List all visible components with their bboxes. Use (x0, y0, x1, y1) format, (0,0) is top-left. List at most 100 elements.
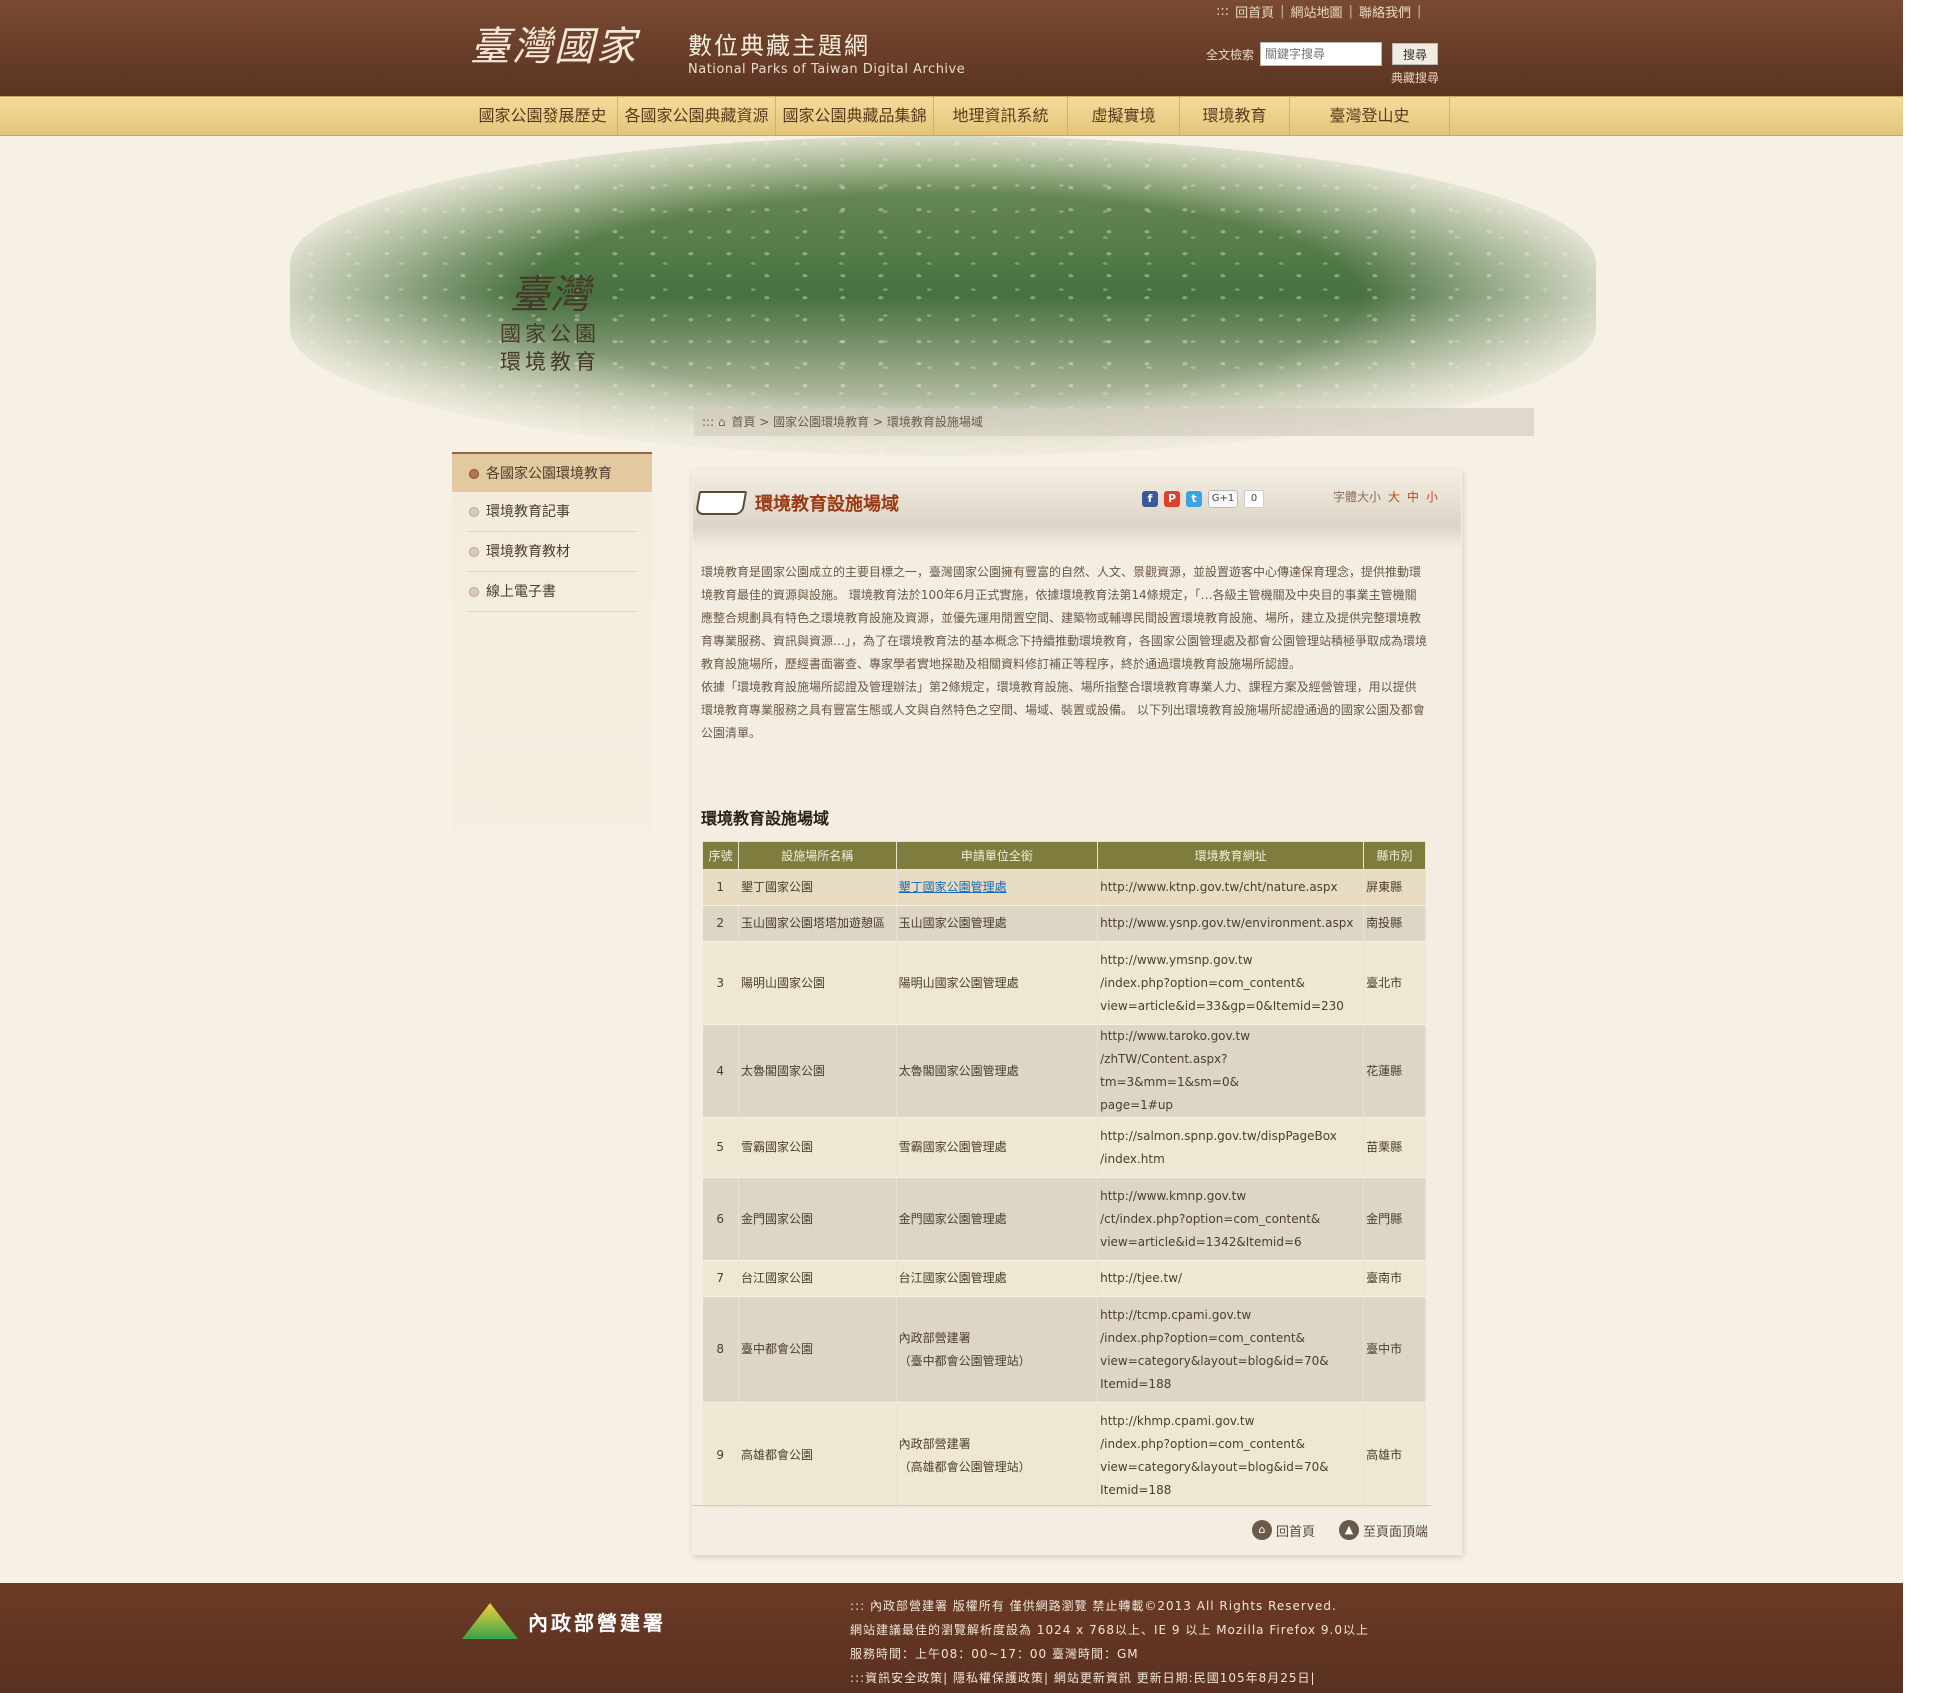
facilities-table: 序號 設施場所名稱 申請單位全銜 環境教育網址 縣市別 1 墾丁國家公園 墾丁國… (702, 841, 1426, 1509)
nav-item-collections[interactable]: 各國家公園典藏資源 (618, 97, 776, 135)
breadcrumb-sep: > (759, 415, 770, 429)
top-links: ::: 回首頁 | 網站地圖 | 聯絡我們 | (1216, 2, 1421, 21)
footer-logo[interactable]: 內政部營建署 (462, 1603, 666, 1639)
cell-no: 1 (702, 869, 739, 906)
twitter-icon[interactable]: t (1186, 491, 1202, 507)
footer-info: ::: 內政部營建署 版權所有 僅供網路瀏覽 禁止轉載©2013 All Rig… (850, 1594, 1369, 1690)
right-margin (1903, 0, 1952, 1693)
nav-item-highlights[interactable]: 國家公園典藏品集錦 (776, 97, 934, 135)
cell-org: 金門國家公園管理處 (896, 1177, 1099, 1261)
divider (692, 1505, 1432, 1506)
nav-item-env-education[interactable]: 環境教育 (1180, 97, 1290, 135)
site-logo[interactable]: 臺灣國家公園 (470, 4, 675, 156)
cell-no: 8 (702, 1296, 739, 1403)
cell-name: 臺中都會公園 (738, 1296, 897, 1403)
site-header: 臺灣國家公園 數位典藏主題網 National Parks of Taiwan … (0, 0, 1903, 156)
cell-name: 玉山國家公園塔塔加遊憩區 (738, 905, 897, 942)
cell-city: 臺北市 (1363, 941, 1426, 1025)
search-button[interactable]: 搜尋 (1392, 43, 1439, 65)
cell-no: 2 (702, 905, 739, 942)
cell-org: 內政部營建署 （臺中都會公園管理站） (896, 1296, 1099, 1403)
cell-url: http://tjee.tw/ (1097, 1260, 1365, 1297)
search-input[interactable] (1260, 42, 1383, 66)
facebook-icon[interactable]: f (1142, 491, 1158, 507)
plurk-icon[interactable]: P (1164, 491, 1180, 507)
sidebar-item-ebooks[interactable]: 線上電子書 (452, 572, 652, 612)
breadcrumb-current: 環境教育設施場域 (886, 415, 983, 429)
advanced-search-link[interactable]: 典藏搜尋 (1391, 69, 1439, 86)
cpami-logo-icon (462, 1603, 518, 1639)
url-line: view=article&id=1342&Itemid=6 (1100, 1234, 1302, 1249)
url-line: http://khmp.cpami.gov.tw (1100, 1413, 1255, 1428)
url-line: page=1#up (1100, 1098, 1174, 1112)
url-line: /index.php?option=com_content& (1100, 1436, 1305, 1451)
nav-item-vr[interactable]: 虛擬實境 (1068, 97, 1180, 135)
cell-url: http://tcmp.cpami.gov.tw /index.php?opti… (1097, 1296, 1365, 1403)
sidebar-item-env-news[interactable]: 環境教育記事 (452, 492, 652, 532)
col-header-no: 序號 (702, 841, 739, 870)
sidebar-item-park-env-education[interactable]: 各國家公園環境教育 (452, 452, 652, 492)
font-size-small[interactable]: 小 (1426, 488, 1438, 505)
top-link-sitemap[interactable]: 網站地圖 (1291, 2, 1343, 21)
cell-city: 南投縣 (1363, 905, 1426, 942)
share-buttons: f P t G+1 0 (1142, 490, 1264, 508)
back-home-label: 回首頁 (1276, 1524, 1316, 1540)
nav-item-history[interactable]: 國家公園發展歷史 (468, 97, 618, 135)
breadcrumb-home[interactable]: 首頁 (731, 415, 755, 429)
footer-policy-links[interactable]: :::資訊安全政策| 隱私權保護政策| 網站更新資訊 更新日期:民國105年8月… (850, 1666, 1369, 1690)
bottom-links: ⌂ 回首頁 ▲ 至頁面頂端 (1252, 1520, 1428, 1540)
table-row: 6 金門國家公園 金門國家公園管理處 http://www.kmnp.gov.t… (702, 1177, 1426, 1261)
back-to-top-link[interactable]: ▲ 至頁面頂端 (1339, 1520, 1428, 1540)
cell-url: http://salmon.spnp.gov.tw/dispPageBox /i… (1097, 1117, 1365, 1178)
table-row: 2 玉山國家公園塔塔加遊憩區 玉山國家公園管理處 http://www.ysnp… (702, 905, 1426, 942)
gplus-button[interactable]: G+1 (1208, 490, 1238, 508)
org-link[interactable]: 墾丁國家公園管理處 (899, 880, 1007, 894)
nav-item-gis[interactable]: 地理資訊系統 (934, 97, 1068, 135)
cell-org: 雪霸國家公園管理處 (896, 1117, 1099, 1178)
badge-line-2: 環境教育 (500, 350, 600, 374)
cell-org: 玉山國家公園管理處 (896, 905, 1099, 942)
back-to-top-label: 至頁面頂端 (1363, 1524, 1429, 1540)
sidebar-item-env-materials[interactable]: 環境教育教材 (452, 532, 652, 572)
intro-text: 環境教育是國家公園成立的主要目標之一，臺灣國家公園擁有豐富的自然、人文、景觀資源… (701, 561, 1427, 745)
url-line: /zhTW/Content.aspx?tm=3&mm=1&sm=0& (1100, 1052, 1239, 1089)
intro-paragraph-1: 環境教育是國家公園成立的主要目標之一，臺灣國家公園擁有豐富的自然、人文、景觀資源… (701, 565, 1428, 671)
url-line: Itemid=188 (1100, 1376, 1172, 1391)
cell-city: 屏東縣 (1363, 869, 1426, 906)
cell-name: 雪霸國家公園 (738, 1117, 897, 1178)
cell-no: 7 (702, 1260, 739, 1297)
back-home-link[interactable]: ⌂ 回首頁 (1252, 1520, 1315, 1540)
cell-city: 苗栗縣 (1363, 1117, 1426, 1178)
table-row: 9 高雄都會公園 內政部營建署 （高雄都會公園管理站） http://khmp.… (702, 1402, 1426, 1509)
footer-resolution: 網站建議最佳的瀏覽解析度設為 1024 x 768以上、IE 9 以上 Mozi… (850, 1623, 1369, 1637)
nav-item-mountain-history[interactable]: 臺灣登山史 (1290, 97, 1450, 135)
top-link-contact[interactable]: 聯絡我們 (1359, 2, 1411, 21)
cell-name: 陽明山國家公園 (738, 941, 897, 1025)
cell-city: 臺中市 (1363, 1296, 1426, 1403)
font-size-medium[interactable]: 中 (1407, 488, 1419, 505)
cell-city: 臺南市 (1363, 1260, 1426, 1297)
breadcrumb-env-education[interactable]: 國家公園環境教育 (773, 415, 869, 429)
cell-city: 花蓮縣 (1363, 1024, 1426, 1118)
sidebar-item-label: 各國家公園環境教育 (486, 466, 612, 482)
url-line: /index.php?option=com_content& (1100, 1330, 1305, 1345)
org-line: （高雄都會公園管理站） (898, 1459, 1031, 1474)
table-row: 1 墾丁國家公園 墾丁國家公園管理處 http://www.ktnp.gov.t… (702, 869, 1426, 906)
footer-hours: 服務時間：上午08：00~17：00 臺灣時間：GM (850, 1647, 1139, 1661)
cell-url: http://www.kmnp.gov.tw /ct/index.php?opt… (1097, 1177, 1365, 1261)
cell-url: http://www.ymsnp.gov.tw /index.php?optio… (1097, 941, 1365, 1025)
cell-url: http://www.ktnp.gov.tw/cht/nature.aspx (1097, 869, 1365, 906)
cell-org: 內政部營建署 （高雄都會公園管理站） (896, 1402, 1099, 1509)
cell-no: 9 (702, 1402, 739, 1509)
cell-name: 高雄都會公園 (738, 1402, 897, 1509)
cell-city: 金門縣 (1363, 1177, 1426, 1261)
cell-org: 台江國家公園管理處 (896, 1260, 1099, 1297)
section-title: 環境教育設施場域 (701, 809, 830, 828)
top-link-home[interactable]: 回首頁 (1235, 2, 1274, 21)
home-icon: ⌂ (1252, 1520, 1272, 1540)
bullet-icon (469, 469, 479, 479)
cell-url: http://www.taroko.gov.tw /zhTW/Content.a… (1097, 1024, 1365, 1118)
col-header-url: 環境教育網址 (1097, 841, 1365, 870)
font-size-large[interactable]: 大 (1388, 488, 1400, 505)
org-line: 內政部營建署 (898, 1436, 971, 1451)
